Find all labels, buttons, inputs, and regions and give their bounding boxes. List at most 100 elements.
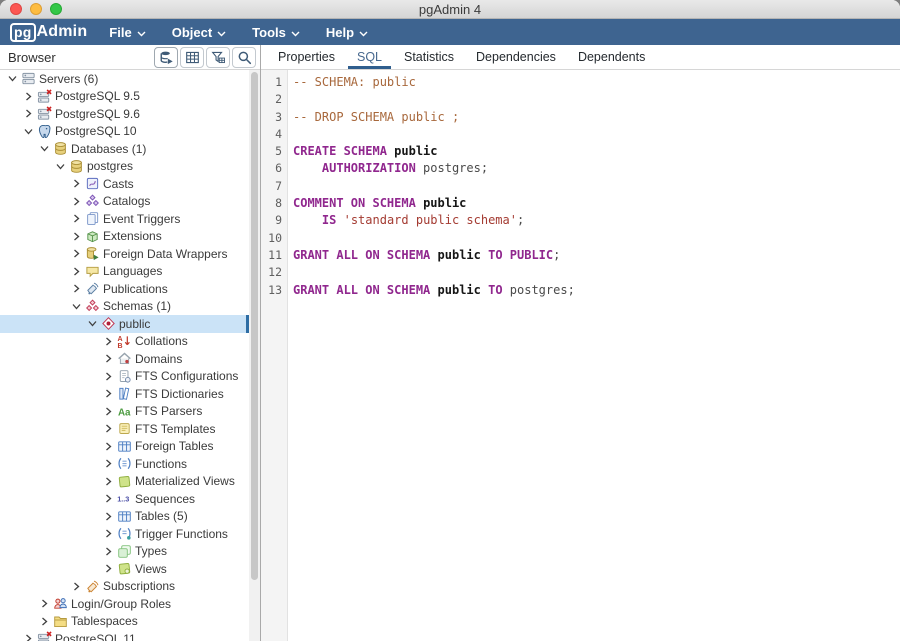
tree-item-login-group-roles[interactable]: Login/Group Roles (0, 595, 249, 613)
code-line[interactable]: GRANT ALL ON SCHEMA public TO PUBLIC; (293, 247, 900, 264)
code-line[interactable]: GRANT ALL ON SCHEMA public TO postgres; (293, 282, 900, 299)
chevron-down-icon[interactable] (54, 160, 67, 173)
tree-item-languages[interactable]: Languages (0, 263, 249, 281)
chevron-right-icon[interactable] (70, 282, 83, 295)
code-line[interactable]: COMMENT ON SCHEMA public (293, 195, 900, 212)
chevron-right-icon[interactable] (70, 212, 83, 225)
chevron-right-icon[interactable] (102, 405, 115, 418)
code-line[interactable] (293, 230, 900, 247)
chevron-right-icon[interactable] (102, 545, 115, 558)
code-line[interactable]: AUTHORIZATION postgres; (293, 160, 900, 177)
chevron-right-icon[interactable] (102, 387, 115, 400)
code-line[interactable]: -- DROP SCHEMA public ; (293, 109, 900, 126)
chevron-right-icon[interactable] (102, 562, 115, 575)
chevron-right-icon[interactable] (38, 597, 51, 610)
chevron-right-icon[interactable] (102, 475, 115, 488)
titlebar[interactable]: pgAdmin 4 (0, 0, 900, 19)
chevron-right-icon[interactable] (70, 195, 83, 208)
menu-object[interactable]: Object (172, 25, 226, 40)
code-line[interactable] (293, 178, 900, 195)
chevron-right-icon[interactable] (102, 510, 115, 523)
chevron-right-icon[interactable] (102, 335, 115, 348)
tree-item-postgres[interactable]: postgres (0, 158, 249, 176)
chevron-down-icon[interactable] (6, 72, 19, 85)
tree-item-functions[interactable]: Functions (0, 455, 249, 473)
chevron-right-icon[interactable] (102, 440, 115, 453)
close-window-button[interactable] (10, 3, 22, 15)
menu-file[interactable]: File (109, 25, 145, 40)
tree-item-subscriptions[interactable]: Subscriptions (0, 578, 249, 596)
tree-item-views[interactable]: Views (0, 560, 249, 578)
zoom-window-button[interactable] (50, 3, 62, 15)
tree-item-servers-6[interactable]: Servers (6) (0, 70, 249, 88)
tree-item-postgresql-10[interactable]: PostgreSQL 10 (0, 123, 249, 141)
chevron-right-icon[interactable] (38, 615, 51, 628)
code-line[interactable]: -- SCHEMA: public (293, 74, 900, 91)
chevron-right-icon[interactable] (70, 177, 83, 190)
tab-sql[interactable]: SQL (348, 45, 391, 69)
tree-item-event-triggers[interactable]: Event Triggers (0, 210, 249, 228)
tree-scrollbar[interactable] (249, 70, 260, 641)
code-line[interactable] (293, 126, 900, 143)
minimize-window-button[interactable] (30, 3, 42, 15)
chevron-right-icon[interactable] (70, 580, 83, 593)
menu-tools[interactable]: Tools (252, 25, 300, 40)
chevron-right-icon[interactable] (102, 352, 115, 365)
tree-item-tablespaces[interactable]: Tablespaces (0, 613, 249, 631)
tree-item-foreign-data-wrappers[interactable]: Foreign Data Wrappers (0, 245, 249, 263)
chevron-right-icon[interactable] (102, 422, 115, 435)
tree-item-postgresql-9-5[interactable]: PostgreSQL 9.5 (0, 88, 249, 106)
code-line[interactable]: IS 'standard public schema'; (293, 212, 900, 229)
tree-item-fts-configurations[interactable]: FTS Configurations (0, 368, 249, 386)
tree-item-databases-1[interactable]: Databases (1) (0, 140, 249, 158)
code-line[interactable] (293, 264, 900, 281)
code-line[interactable]: CREATE SCHEMA public (293, 143, 900, 160)
grid-button[interactable] (180, 47, 204, 68)
tree-item-tables-5[interactable]: Tables (5) (0, 508, 249, 526)
tree-item-materialized-views[interactable]: Materialized Views (0, 473, 249, 491)
tree-item-collations[interactable]: ABCollations (0, 333, 249, 351)
chevron-down-icon[interactable] (86, 317, 99, 330)
tab-dependents[interactable]: Dependents (569, 45, 654, 69)
tree-item-fts-dictionaries[interactable]: FTS Dictionaries (0, 385, 249, 403)
tree-item-extensions[interactable]: Extensions (0, 228, 249, 246)
tab-statistics[interactable]: Statistics (395, 45, 463, 69)
chevron-down-icon[interactable] (22, 125, 35, 138)
chevron-right-icon[interactable] (102, 527, 115, 540)
tree-item-fts-parsers[interactable]: AaFTS Parsers (0, 403, 249, 421)
tree-item-postgresql-11[interactable]: PostgreSQL 11 (0, 630, 249, 641)
chevron-down-icon[interactable] (70, 300, 83, 313)
tree-item-types[interactable]: Types (0, 543, 249, 561)
code-line[interactable] (293, 91, 900, 108)
tree-item-foreign-tables[interactable]: Foreign Tables (0, 438, 249, 456)
chevron-right-icon[interactable] (102, 457, 115, 470)
chevron-right-icon[interactable] (102, 492, 115, 505)
tree-item-schemas-1[interactable]: Schemas (1) (0, 298, 249, 316)
tab-dependencies[interactable]: Dependencies (467, 45, 565, 69)
tab-properties[interactable]: Properties (269, 45, 344, 69)
tree-item-postgresql-9-6[interactable]: PostgreSQL 9.6 (0, 105, 249, 123)
tree-item-fts-templates[interactable]: FTS Templates (0, 420, 249, 438)
filter-button[interactable] (206, 47, 230, 68)
chevron-right-icon[interactable] (22, 107, 35, 120)
tree-item-public[interactable]: public (0, 315, 249, 333)
menu-help[interactable]: Help (326, 25, 368, 40)
tree-item-casts[interactable]: Casts (0, 175, 249, 193)
chevron-right-icon[interactable] (70, 265, 83, 278)
search-button[interactable] (232, 47, 256, 68)
tree-item-catalogs[interactable]: Catalogs (0, 193, 249, 211)
chevron-right-icon[interactable] (70, 247, 83, 260)
tree-scrollbar-thumb[interactable] (251, 72, 258, 580)
tree-item-trigger-functions[interactable]: Trigger Functions (0, 525, 249, 543)
chevron-right-icon[interactable] (22, 632, 35, 641)
sql-editor[interactable]: 12345678910111213 -- SCHEMA: public-- DR… (261, 70, 900, 641)
collapse-tree-button[interactable] (154, 47, 178, 68)
chevron-right-icon[interactable] (22, 90, 35, 103)
tree-item-publications[interactable]: Publications (0, 280, 249, 298)
chevron-down-icon[interactable] (38, 142, 51, 155)
tree-item-domains[interactable]: Domains (0, 350, 249, 368)
chevron-right-icon[interactable] (70, 230, 83, 243)
sql-code-area[interactable]: -- SCHEMA: public -- DROP SCHEMA public ;… (288, 70, 900, 641)
chevron-right-icon[interactable] (102, 370, 115, 383)
tree-item-sequences[interactable]: 1..3Sequences (0, 490, 249, 508)
